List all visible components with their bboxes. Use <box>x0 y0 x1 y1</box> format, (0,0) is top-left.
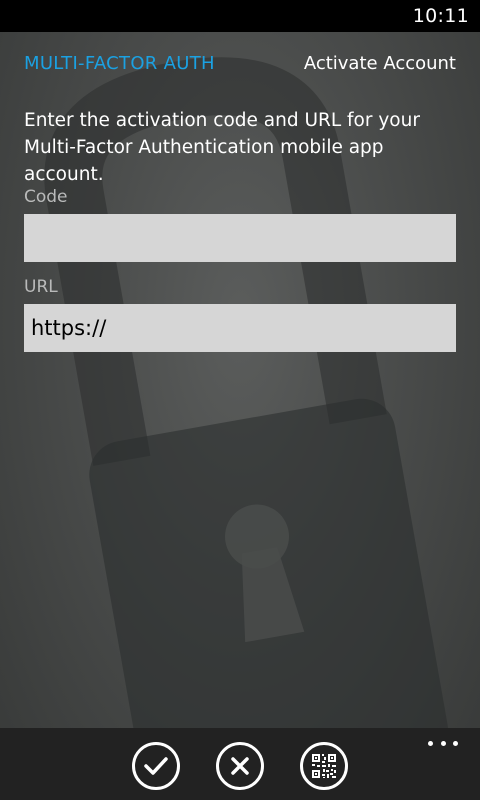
more-options-button[interactable] <box>428 736 458 750</box>
cancel-button[interactable] <box>216 742 264 790</box>
accept-button[interactable] <box>132 742 180 790</box>
ellipsis-icon <box>440 740 446 746</box>
ellipsis-icon <box>428 740 433 746</box>
page-title: Activate Account <box>303 53 456 74</box>
url-input[interactable] <box>24 304 456 352</box>
code-input[interactable] <box>24 214 456 262</box>
activate-account-screen: 10:11 MULTI-FACTOR AUTH Activate Account… <box>0 0 480 800</box>
code-label: Code <box>24 187 68 207</box>
app-title: MULTI-FACTOR AUTH <box>24 53 215 74</box>
page-header: MULTI-FACTOR AUTH Activate Account <box>24 52 456 80</box>
status-time: 10:11 <box>412 5 469 27</box>
status-bar: 10:11 <box>0 0 480 32</box>
url-label: URL <box>24 277 58 297</box>
instructions-text: Enter the activation code and URL for yo… <box>24 110 420 185</box>
qr-code-icon <box>312 754 336 778</box>
check-icon <box>144 757 168 775</box>
close-icon <box>231 757 249 775</box>
application-bar <box>0 728 480 800</box>
scan-qr-button[interactable] <box>300 742 348 790</box>
ellipsis-icon <box>453 740 458 746</box>
